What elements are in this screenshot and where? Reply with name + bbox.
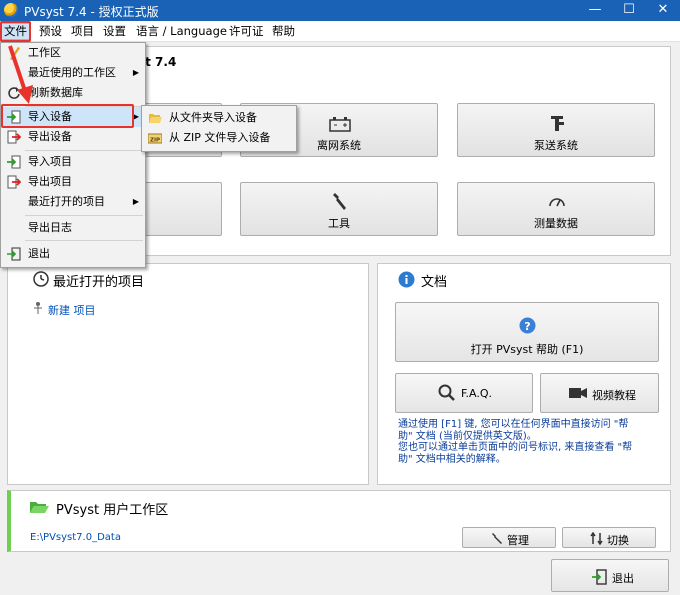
menu-item-label: 导入项目 [28, 155, 72, 168]
menu-item-label: 导出项目 [28, 175, 72, 188]
menu-language[interactable]: 语言 / Language [133, 23, 230, 40]
pump-tap-icon [551, 116, 564, 131]
pvsyst-logo-icon [4, 3, 18, 17]
database-button[interactable] [144, 182, 222, 236]
annotation-box-file-menu [0, 21, 31, 42]
workspace-panel: PVsyst 用户工作区 E:\PVsyst7.0_Data 管理 切换 [7, 490, 671, 552]
title-bar: PVsyst 7.4 - 授权正式版 — ☐ ✕ [0, 0, 680, 21]
help-question-icon: ? [519, 317, 536, 334]
documentation-panel: 文档 ? 打开 PVsyst 帮助 (F1) F.A.Q. 视频教程 通过使用 … [377, 263, 671, 485]
help-hint-line: 助" 文档中相关的解释。 [398, 453, 506, 465]
help-hint-line: 助" 文档 (当前仅提供英文版)。 [398, 430, 537, 442]
exit-door-icon [592, 569, 607, 585]
menu-item-export-log[interactable]: 导出日志 [3, 218, 143, 238]
menu-item-export-device[interactable]: 导出设备 [3, 127, 143, 147]
pumping-system-button[interactable]: 泵送系统 [457, 103, 655, 157]
menu-presets[interactable]: 预设 [36, 23, 65, 40]
switch-button[interactable]: 切换 [562, 527, 656, 548]
folder-open-icon [30, 502, 49, 513]
minimize-button[interactable]: — [578, 0, 612, 21]
menu-bar: 文件 预设 项目 设置 语言 / Language 许可证 帮助 [0, 21, 680, 42]
menu-item-label: 退出 [28, 247, 50, 260]
menu-item-recent-projects[interactable]: 最近打开的项目 ▶ [3, 192, 143, 212]
tools-label: 工具 [328, 217, 350, 230]
menu-license[interactable]: 许可证 [226, 23, 267, 40]
menu-separator [25, 215, 143, 216]
gauge-icon [549, 198, 565, 207]
menu-separator [25, 240, 143, 241]
help-hint-line: 您也可以通过单击页面中的问号标识, 来直接查看 "帮 [398, 442, 633, 453]
magnifier-icon [438, 384, 455, 401]
window-title: PVsyst 7.4 - 授权正式版 [24, 5, 159, 19]
import-device-submenu: 从文件夹导入设备 ZIP 从 ZIP 文件导入设备 [141, 105, 297, 152]
exit-button[interactable]: 退出 [551, 559, 669, 592]
info-icon [398, 271, 415, 288]
video-tutorial-label: 视频教程 [592, 389, 636, 402]
menu-project[interactable]: 项目 [68, 23, 97, 40]
manage-button[interactable]: 管理 [462, 527, 556, 548]
menu-separator [25, 150, 143, 151]
submenu-arrow-icon: ▶ [132, 197, 139, 206]
export-icon [7, 175, 21, 189]
faq-button[interactable]: F.A.Q. [395, 373, 533, 413]
pumping-system-label: 泵送系统 [534, 139, 578, 152]
wrench-icon [492, 533, 502, 544]
zip-file-icon: ZIP [148, 133, 162, 144]
clock-icon [33, 271, 49, 287]
measured-data-label: 测量数据 [534, 217, 578, 230]
export-icon [7, 130, 21, 144]
svg-text:ZIP: ZIP [150, 138, 160, 144]
help-hint-line: 通过使用 [F1] 键, 您可以在任何界面中直接访问 "帮 [398, 419, 629, 430]
close-button[interactable]: ✕ [646, 0, 680, 21]
faq-label: F.A.Q. [461, 387, 493, 400]
menu-item-label: 最近使用的工作区 [28, 66, 116, 79]
menu-item-label: 从 ZIP 文件导入设备 [169, 131, 271, 144]
menu-item-import-project[interactable]: 导入项目 [3, 152, 143, 172]
measured-data-button[interactable]: 测量数据 [457, 182, 655, 236]
menu-item-import-from-folder[interactable]: 从文件夹导入设备 [144, 108, 294, 128]
menu-item-label: 最近打开的项目 [28, 195, 105, 208]
annotation-arrow-icon [8, 45, 33, 104]
video-camera-icon [569, 388, 587, 398]
workspace-title: PVsyst 用户工作区 [56, 503, 169, 518]
menu-item-label: 从文件夹导入设备 [169, 111, 257, 124]
swap-arrows-icon [590, 532, 603, 545]
exit-door-icon [7, 247, 21, 261]
menu-settings[interactable]: 设置 [100, 23, 129, 40]
open-help-button[interactable]: ? 打开 PVsyst 帮助 (F1) [395, 302, 659, 362]
battery-icon [329, 117, 351, 132]
svg-text:?: ? [524, 320, 530, 333]
switch-label: 切换 [607, 534, 629, 547]
menu-item-export-project[interactable]: 导出项目 [3, 172, 143, 192]
menu-item-exit[interactable]: 退出 [3, 244, 143, 264]
tools-button[interactable]: 工具 [240, 182, 438, 236]
documentation-title: 文档 [421, 275, 448, 290]
recent-projects-panel: 最近打开的项目 新建 项目 [7, 263, 369, 485]
new-project-icon [34, 302, 42, 314]
menu-item-label: 导出日志 [28, 221, 72, 234]
menu-help[interactable]: 帮助 [269, 23, 298, 40]
submenu-arrow-icon: ▶ [132, 68, 139, 77]
open-help-label: 打开 PVsyst 帮助 (F1) [470, 343, 584, 356]
video-tutorial-button[interactable]: 视频教程 [540, 373, 659, 413]
folder-icon [149, 114, 162, 123]
new-project-link[interactable]: 新建 项目 [48, 302, 96, 318]
help-hint-text: 通过使用 [F1] 键, 您可以在任何界面中直接访问 "帮 助" 文档 (当前仅… [398, 419, 668, 465]
menu-item-import-from-zip[interactable]: ZIP 从 ZIP 文件导入设备 [144, 128, 294, 148]
manage-label: 管理 [507, 534, 529, 547]
recent-projects-title: 最近打开的项目 [53, 275, 145, 290]
menu-item-label: 导出设备 [28, 130, 72, 143]
wrench-icon [333, 193, 346, 210]
import-icon [7, 155, 21, 169]
annotation-box-import-device [1, 104, 134, 128]
menu-item-label: 刷新数据库 [28, 86, 83, 99]
maximize-button[interactable]: ☐ [612, 0, 646, 21]
exit-label: 退出 [612, 572, 634, 585]
workspace-path[interactable]: E:\PVsyst7.0_Data [30, 532, 121, 543]
